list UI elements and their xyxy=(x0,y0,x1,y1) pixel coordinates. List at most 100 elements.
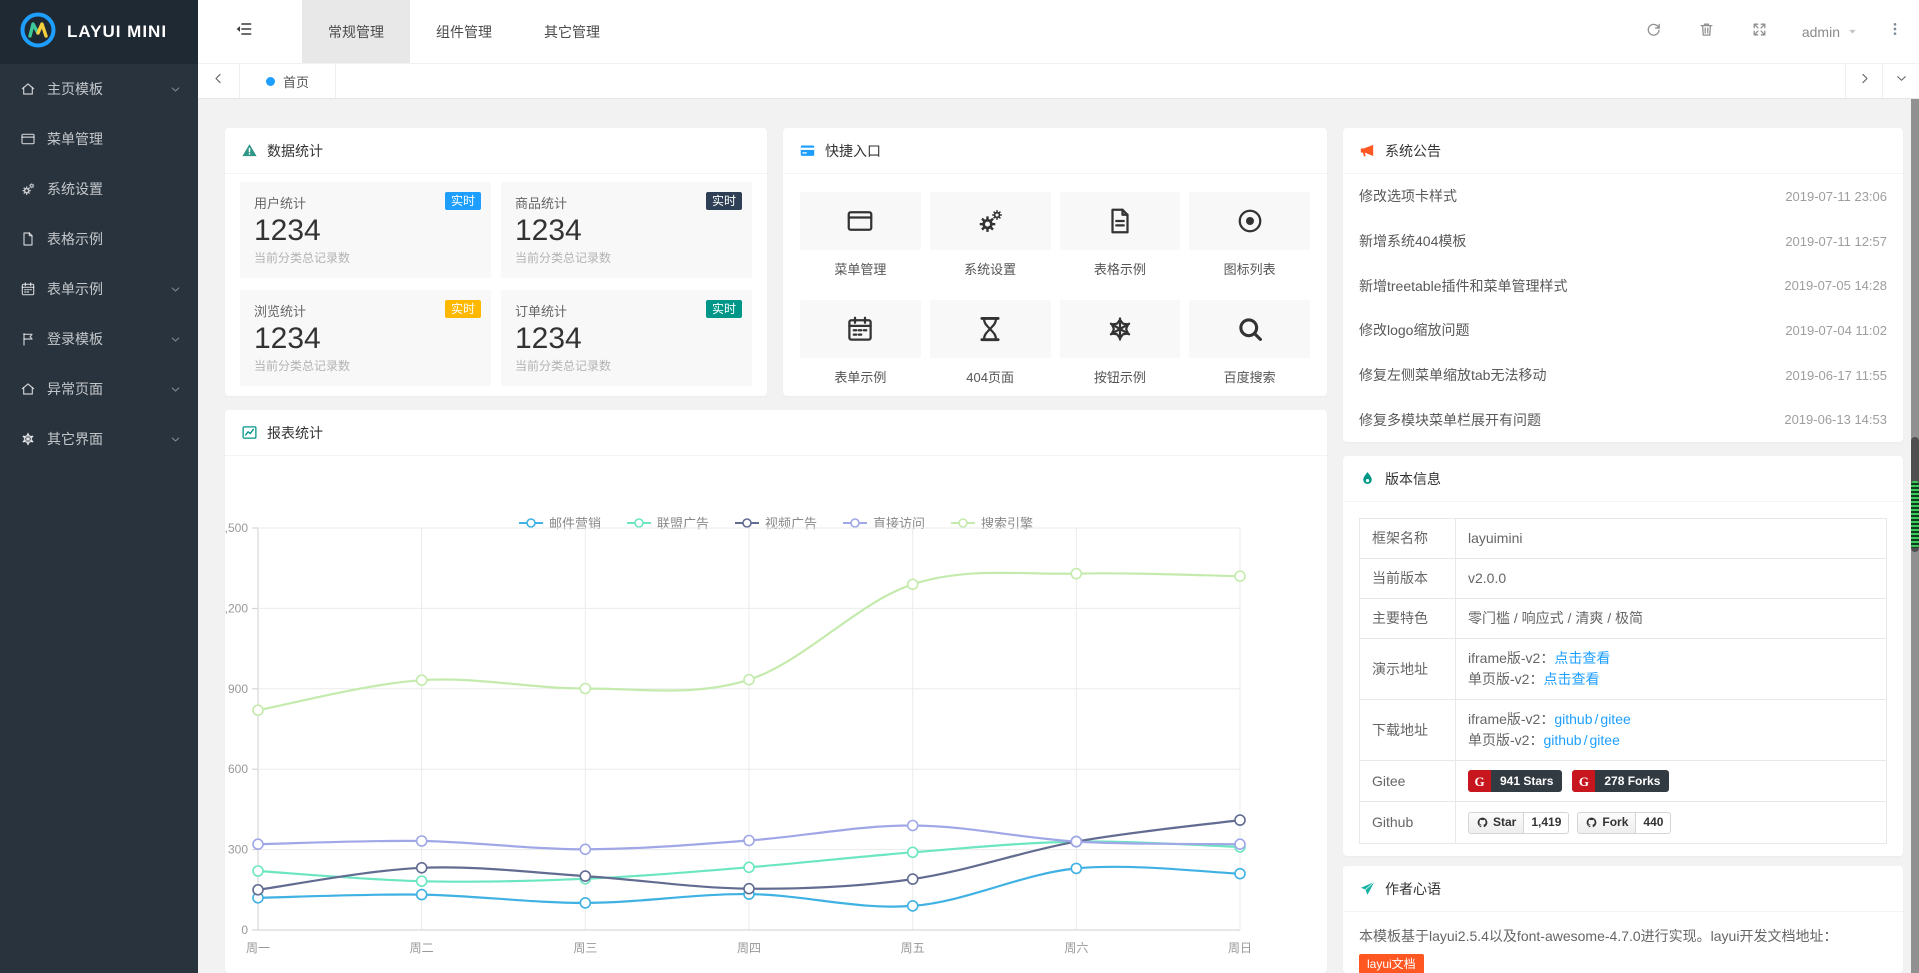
stat-card-2[interactable]: 浏览统计 1234 当前分类总记录数 实时 xyxy=(240,290,491,386)
dot-circle-icon xyxy=(1189,192,1310,250)
refresh-button[interactable] xyxy=(1627,21,1680,43)
stat-value: 1234 xyxy=(254,212,477,249)
stat-value: 1234 xyxy=(515,212,738,249)
clear-cache-button[interactable] xyxy=(1680,21,1733,43)
stat-card-3[interactable]: 订单统计 1234 当前分类总记录数 实时 xyxy=(501,290,752,386)
gears-icon xyxy=(20,181,37,197)
sidebar-item-5[interactable]: 登录模板 xyxy=(0,314,198,364)
chevron-right-icon xyxy=(1857,71,1872,91)
search-icon xyxy=(1189,300,1310,358)
version-row-6: GithubStar1,419Fork440 xyxy=(1360,802,1887,843)
sidebar-item-1[interactable]: 菜单管理 xyxy=(0,114,198,164)
sidebar-item-label: 主页模板 xyxy=(47,79,103,99)
version-value: 零门槛 / 响应式 / 清爽 / 极简 xyxy=(1468,610,1643,626)
tabs-menu-button[interactable] xyxy=(1882,64,1919,98)
username: admin xyxy=(1802,24,1840,40)
notice-item-2[interactable]: 新增treetable插件和菜单管理样式 2019-07-05 14:28 xyxy=(1359,263,1887,308)
header-actions: admin xyxy=(1627,0,1919,63)
chevron-left-icon xyxy=(211,71,226,91)
top-nav-item-1[interactable]: 组件管理 xyxy=(410,0,518,63)
notice-item-1[interactable]: 新增系统404模板 2019-07-11 12:57 xyxy=(1359,219,1887,264)
notice-list: 修改选项卡样式 2019-07-11 23:06 新增系统404模板 2019-… xyxy=(1343,174,1903,442)
top-nav-item-0[interactable]: 常规管理 xyxy=(302,0,410,63)
author-note-body: 本模板基于layui2.5.4以及font-awesome-4.7.0进行实现。… xyxy=(1343,912,1903,973)
svg-text:周三: 周三 xyxy=(573,941,597,955)
tab-home[interactable]: 首页 xyxy=(240,64,336,98)
gitee-badge[interactable]: G278 Forks xyxy=(1572,770,1669,792)
notice-text: 新增treetable插件和菜单管理样式 xyxy=(1359,276,1567,296)
quick-entry-label: 表格示例 xyxy=(1060,259,1181,278)
sidebar-item-3[interactable]: 表格示例 xyxy=(0,214,198,264)
panel-author-note-header: 作者心语 xyxy=(1343,866,1903,912)
refresh-icon xyxy=(1645,21,1662,43)
stat-badge: 实时 xyxy=(706,300,742,318)
sidebar-item-0[interactable]: 主页模板 xyxy=(0,64,198,114)
sidebar-item-label: 菜单管理 xyxy=(47,129,103,149)
quick-entry-3[interactable]: 图标列表 xyxy=(1189,192,1310,278)
notice-date: 2019-07-05 14:28 xyxy=(1784,278,1887,293)
stat-label: 用户统计 xyxy=(254,193,477,212)
notice-item-0[interactable]: 修改选项卡样式 2019-07-11 23:06 xyxy=(1359,174,1887,219)
github-icon xyxy=(1476,816,1489,829)
sidebar-item-6[interactable]: 异常页面 xyxy=(0,364,198,414)
app-logo[interactable]: LAYUI MINI xyxy=(0,0,198,64)
hourglass-icon xyxy=(930,300,1051,358)
version-link-line: iframe版-v2：点击查看 xyxy=(1468,648,1874,669)
paper-plane-icon xyxy=(1359,880,1376,897)
link-github[interactable]: github xyxy=(1554,711,1592,727)
link-点击查看[interactable]: 点击查看 xyxy=(1543,671,1599,687)
calendar-icon xyxy=(20,281,37,297)
stat-card-1[interactable]: 商品统计 1234 当前分类总记录数 实时 xyxy=(501,182,752,278)
page-scrollbar[interactable] xyxy=(1911,99,1919,973)
github-shield[interactable]: Fork440 xyxy=(1577,812,1671,834)
notice-text: 修复多模块菜单栏展开有问题 xyxy=(1359,410,1541,430)
notice-text: 修复左侧菜单缩放tab无法移动 xyxy=(1359,365,1546,385)
notice-date: 2019-07-04 11:02 xyxy=(1785,323,1887,338)
quick-entry-2[interactable]: 表格示例 xyxy=(1060,192,1181,278)
notice-date: 2019-07-11 23:06 xyxy=(1785,189,1887,204)
scrollbar-thumb[interactable] xyxy=(1911,437,1919,552)
tab-home-label: 首页 xyxy=(283,72,309,91)
notice-item-3[interactable]: 修改logo缩放问题 2019-07-04 11:02 xyxy=(1359,308,1887,353)
layui-doc-badge[interactable]: layui文档 xyxy=(1359,954,1424,973)
more-menu-button[interactable] xyxy=(1875,21,1919,42)
notice-item-5[interactable]: 修复多模块菜单栏展开有问题 2019-06-13 14:53 xyxy=(1359,397,1887,442)
sidebar-item-label: 登录模板 xyxy=(47,329,103,349)
fullscreen-button[interactable] xyxy=(1733,21,1786,43)
sidebar-item-label: 异常页面 xyxy=(47,379,103,399)
quick-entry-0[interactable]: 菜单管理 xyxy=(800,192,921,278)
line-chart[interactable]: 邮件营销 联盟广告 视频广告 直接访问 xyxy=(225,456,1327,973)
github-shield[interactable]: Star1,419 xyxy=(1468,812,1569,834)
panel-quick-entry-header: 快捷入口 xyxy=(783,128,1327,174)
link-gitee[interactable]: gitee xyxy=(1590,732,1620,748)
sidebar-item-2[interactable]: 系统设置 xyxy=(0,164,198,214)
quick-entry-7[interactable]: 百度搜索 xyxy=(1189,300,1310,386)
fullscreen-icon xyxy=(1751,21,1768,43)
tabs-scroll-right-button[interactable] xyxy=(1845,64,1882,98)
user-dropdown[interactable]: admin xyxy=(1786,24,1875,40)
file-icon xyxy=(20,231,37,247)
top-nav-item-2[interactable]: 其它管理 xyxy=(518,0,626,63)
menu-collapse-button[interactable] xyxy=(198,0,282,63)
top-nav: 常规管理组件管理其它管理 xyxy=(302,0,626,63)
sidebar-item-label: 其它界面 xyxy=(47,429,103,449)
quick-entry-5[interactable]: 404页面 xyxy=(930,300,1051,386)
sidebar-item-4[interactable]: 表单示例 xyxy=(0,264,198,314)
sidebar-item-7[interactable]: 其它界面 xyxy=(0,414,198,464)
link-点击查看[interactable]: 点击查看 xyxy=(1554,650,1610,666)
stat-card-0[interactable]: 用户统计 1234 当前分类总记录数 实时 xyxy=(240,182,491,278)
quick-entry-4[interactable]: 表单示例 xyxy=(800,300,921,386)
quick-entry-6[interactable]: 按钮示例 xyxy=(1060,300,1181,386)
gitee-badge[interactable]: G941 Stars xyxy=(1468,770,1562,792)
chevron-down-icon xyxy=(169,283,182,296)
quick-entry-1[interactable]: 系统设置 xyxy=(930,192,1051,278)
snowflake-icon xyxy=(20,431,37,447)
version-row-label: 主要特色 xyxy=(1360,599,1456,639)
notice-item-4[interactable]: 修复左侧菜单缩放tab无法移动 2019-06-17 11:55 xyxy=(1359,353,1887,398)
version-row-4: 下载地址iframe版-v2：github/gitee单页版-v2：github… xyxy=(1360,700,1887,761)
version-row-label: Gitee xyxy=(1360,761,1456,802)
link-gitee[interactable]: gitee xyxy=(1600,711,1630,727)
quick-entry-label: 404页面 xyxy=(930,367,1051,386)
tabs-scroll-left-button[interactable] xyxy=(198,64,240,98)
link-github[interactable]: github xyxy=(1543,732,1581,748)
